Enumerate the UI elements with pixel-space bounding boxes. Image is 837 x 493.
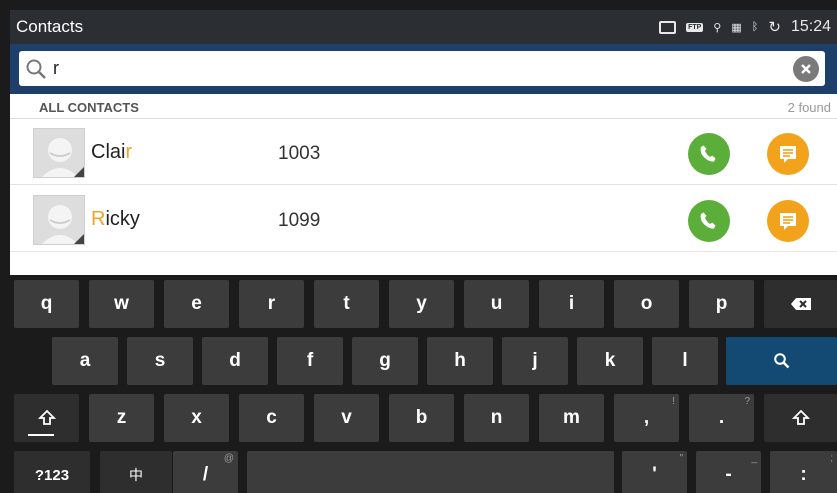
close-icon [801, 63, 811, 74]
key-dash[interactable]: - _ [696, 451, 761, 493]
key-m[interactable]: m [539, 394, 604, 442]
avatar-corner [74, 167, 84, 177]
key-k[interactable]: k [577, 337, 643, 385]
sync-icon: ↻ [768, 19, 781, 36]
key-v[interactable]: v [314, 394, 379, 442]
shift-icon [791, 409, 810, 425]
key-p[interactable]: p [689, 280, 754, 328]
ftp-icon: FTP [686, 22, 704, 32]
key-period[interactable]: . ? [689, 394, 754, 442]
key-s[interactable]: s [127, 337, 193, 385]
language-key[interactable]: 中 [100, 451, 172, 493]
sim-icon: ▦ [731, 21, 742, 34]
contact-row[interactable]: Clair 1003 [10, 119, 837, 185]
key-u[interactable]: u [464, 280, 529, 328]
contact-row[interactable]: Ricky 1099 [10, 186, 837, 252]
key-colon[interactable]: : ; [770, 451, 837, 493]
key-e[interactable]: e [164, 280, 229, 328]
message-icon [780, 146, 796, 163]
on-screen-keyboard: q w e r t y u i o p a s d f g h j k l z … [10, 275, 837, 493]
key-comma[interactable]: , ! [614, 394, 679, 442]
status-bar: Contacts FTP ⚲ ▦ ᛒ ↻ 15:24 [10, 10, 837, 44]
avatar [33, 195, 85, 245]
search-icon [19, 51, 53, 86]
key-b[interactable]: b [389, 394, 454, 442]
key-w[interactable]: w [89, 280, 154, 328]
section-label: ALL CONTACTS [39, 100, 139, 115]
key-g[interactable]: g [352, 337, 418, 385]
backspace-icon [790, 298, 811, 310]
call-button[interactable] [688, 133, 730, 175]
bluetooth-icon: ᛒ [751, 21, 759, 33]
key-j[interactable]: j [502, 337, 568, 385]
clear-search-button[interactable] [793, 55, 819, 82]
usb-icon: ⚲ [713, 21, 722, 34]
key-o[interactable]: o [614, 280, 679, 328]
space-bar[interactable] [247, 451, 614, 493]
search-input[interactable] [53, 53, 793, 84]
key-q[interactable]: q [14, 280, 79, 328]
key-a[interactable]: a [52, 337, 118, 385]
contacts-app: ALL CONTACTS 2 found Clair 1003 [10, 44, 837, 275]
contact-name: Clair [91, 141, 133, 163]
clock: 15:24 [790, 18, 831, 35]
key-f[interactable]: f [277, 337, 343, 385]
key-c[interactable]: c [239, 394, 304, 442]
key-r[interactable]: r [239, 280, 304, 328]
key-x[interactable]: x [164, 394, 229, 442]
search-bar [10, 44, 837, 94]
contact-name: Ricky [91, 208, 140, 230]
section-header: ALL CONTACTS 2 found [10, 96, 837, 118]
symbols-key[interactable]: ?123 [14, 451, 90, 493]
shift-key-left[interactable] [14, 394, 79, 442]
shift-key-right[interactable] [764, 394, 837, 442]
key-d[interactable]: d [202, 337, 268, 385]
avatar [33, 128, 85, 178]
key-y[interactable]: y [389, 280, 454, 328]
key-t[interactable]: t [314, 280, 379, 328]
key-h[interactable]: h [427, 337, 493, 385]
key-n[interactable]: n [464, 394, 529, 442]
search-field[interactable] [19, 51, 825, 86]
keyboard-search-key[interactable] [726, 337, 837, 385]
message-icon [780, 213, 796, 230]
result-count: 2 found [787, 100, 831, 115]
message-button[interactable] [767, 133, 809, 175]
shift-icon [37, 409, 56, 425]
backspace-key[interactable] [764, 280, 837, 328]
contact-number: 1099 [278, 210, 321, 231]
picture-icon [659, 20, 677, 34]
avatar-corner [74, 234, 84, 244]
call-button[interactable] [688, 200, 730, 242]
status-icons: FTP ⚲ ▦ ᛒ ↻ 15:24 [659, 18, 837, 36]
key-z[interactable]: z [89, 394, 154, 442]
app-title: Contacts [16, 17, 84, 36]
search-icon [773, 353, 789, 369]
key-i[interactable]: i [539, 280, 604, 328]
message-button[interactable] [767, 200, 809, 242]
phone-icon [700, 212, 716, 229]
phone-icon [700, 145, 716, 162]
key-l[interactable]: l [652, 337, 718, 385]
key-apostrophe[interactable]: ' " [622, 451, 687, 493]
key-slash[interactable]: / @ [173, 451, 238, 493]
contact-number: 1003 [278, 143, 321, 164]
